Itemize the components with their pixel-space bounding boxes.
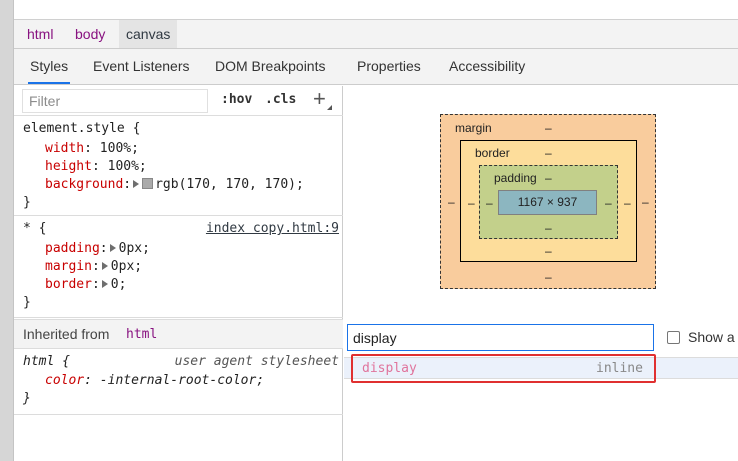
tab-dom-breakpoints[interactable]: DOM Breakpoints [213, 49, 327, 84]
rule-property-background[interactable]: background: rgb(170, 170, 170); [45, 176, 304, 194]
property-name[interactable]: padding [45, 241, 100, 256]
inherited-tag-link[interactable]: html [126, 327, 157, 342]
margin-top-value[interactable]: – [545, 121, 552, 135]
border-label: border [475, 146, 510, 160]
property-value[interactable]: 0px; [111, 259, 142, 274]
rule-source-link[interactable]: index copy.html:9 [206, 220, 339, 238]
border-right-value[interactable]: – [624, 196, 631, 210]
property-name[interactable]: width [45, 141, 84, 156]
box-model-content-size[interactable]: 1167 × 937 [498, 190, 597, 215]
rule-property-padding[interactable]: padding: 0px; [45, 240, 150, 258]
property-name[interactable]: background [45, 177, 123, 192]
rule-property-border[interactable]: border: 0; [45, 276, 126, 294]
top-bar [14, 0, 738, 20]
margin-bottom-value[interactable]: – [545, 270, 552, 284]
box-model-margin[interactable]: margin – – – – border – – – – padding – … [440, 114, 656, 289]
new-style-rule-button[interactable]: + [313, 86, 326, 112]
rule-property-color: color: -internal-root-color; [45, 373, 265, 388]
tab-accessibility[interactable]: Accessibility [447, 49, 527, 84]
expand-triangle-icon[interactable] [101, 262, 108, 270]
padding-right-value[interactable]: – [605, 196, 612, 210]
hov-toggle-button[interactable]: :hov [221, 92, 252, 107]
property-name: color [45, 373, 85, 388]
box-model-padding[interactable]: padding – – – – 1167 × 937 [479, 165, 618, 239]
rule-source-label: user agent stylesheet [174, 354, 339, 369]
breadcrumb-html[interactable]: html [20, 20, 60, 48]
property-value[interactable]: 0px; [119, 241, 150, 256]
sidebar-tabs: Styles Event Listeners DOM Breakpoints P… [14, 49, 738, 85]
property-value[interactable]: 0; [111, 277, 127, 292]
expand-triangle-icon[interactable] [133, 180, 140, 188]
breadcrumb: html body canvas [14, 20, 738, 49]
padding-top-value[interactable]: – [545, 171, 552, 185]
border-left-value[interactable]: – [468, 196, 475, 210]
rule-property-margin[interactable]: margin: 0px; [45, 258, 142, 276]
rule-property-height[interactable]: height: 100%; [45, 158, 147, 176]
html-ua-rule: html { user agent stylesheet color: -int… [14, 349, 343, 415]
border-bottom-value[interactable]: – [545, 244, 552, 258]
padding-bottom-value[interactable]: – [545, 221, 552, 235]
margin-label: margin [455, 121, 492, 135]
breadcrumb-canvas[interactable]: canvas [119, 20, 178, 48]
computed-pane: margin – – – – border – – – – padding – … [344, 86, 738, 461]
margin-right-value[interactable]: – [642, 195, 649, 209]
new-rule-menu-corner-icon [327, 105, 332, 110]
tab-event-listeners[interactable]: Event Listeners [91, 49, 192, 84]
rule-selector[interactable]: * { [23, 220, 46, 238]
property-value: -internal-root-color; [99, 373, 265, 388]
computed-filter-input[interactable] [347, 324, 654, 351]
property-value[interactable]: 100%; [100, 141, 139, 156]
padding-label: padding [494, 171, 537, 185]
rule-close-brace: } [23, 295, 31, 310]
rule-close-brace: } [23, 391, 31, 406]
box-model-border[interactable]: border – – – – padding – – – – 1167 × 93… [460, 140, 637, 262]
styles-filter-input[interactable] [22, 89, 208, 113]
property-value[interactable]: 100%; [108, 159, 147, 174]
property-name[interactable]: margin [45, 259, 92, 274]
border-top-value[interactable]: – [545, 146, 552, 160]
inherited-label: Inherited from [23, 326, 110, 342]
inherited-section-header: Inherited from html [14, 319, 343, 349]
cls-toggle-button[interactable]: .cls [265, 92, 296, 107]
breadcrumb-body[interactable]: body [68, 20, 112, 48]
rule-property-width[interactable]: width: 100%; [45, 140, 139, 158]
rule-close-brace: } [23, 195, 31, 210]
show-all-checkbox[interactable] [667, 331, 680, 344]
rule-selector: html { [23, 354, 70, 369]
expand-triangle-icon[interactable] [109, 244, 116, 252]
show-all-label[interactable]: Show a [688, 329, 735, 345]
padding-left-value[interactable]: – [486, 196, 493, 210]
highlight-annotation-box [351, 354, 656, 383]
left-edge-strip [0, 0, 14, 461]
tab-styles[interactable]: Styles [28, 49, 71, 84]
styles-toolbar: :hov .cls + [14, 86, 343, 116]
property-name[interactable]: height [45, 159, 92, 174]
tab-properties[interactable]: Properties [355, 49, 423, 84]
element-style-rule: element.style { width: 100%; height: 100… [14, 116, 343, 216]
expand-triangle-icon[interactable] [101, 280, 108, 288]
styles-pane: :hov .cls + element.style { width: 100%;… [14, 86, 343, 461]
property-value[interactable]: rgb(170, 170, 170); [155, 177, 304, 192]
margin-left-value[interactable]: – [448, 195, 455, 209]
color-swatch-icon[interactable] [142, 178, 154, 189]
rule-selector[interactable]: element.style { [23, 120, 140, 138]
universal-rule: * { index copy.html:9 padding: 0px; margi… [14, 216, 343, 318]
property-name[interactable]: border [45, 277, 92, 292]
